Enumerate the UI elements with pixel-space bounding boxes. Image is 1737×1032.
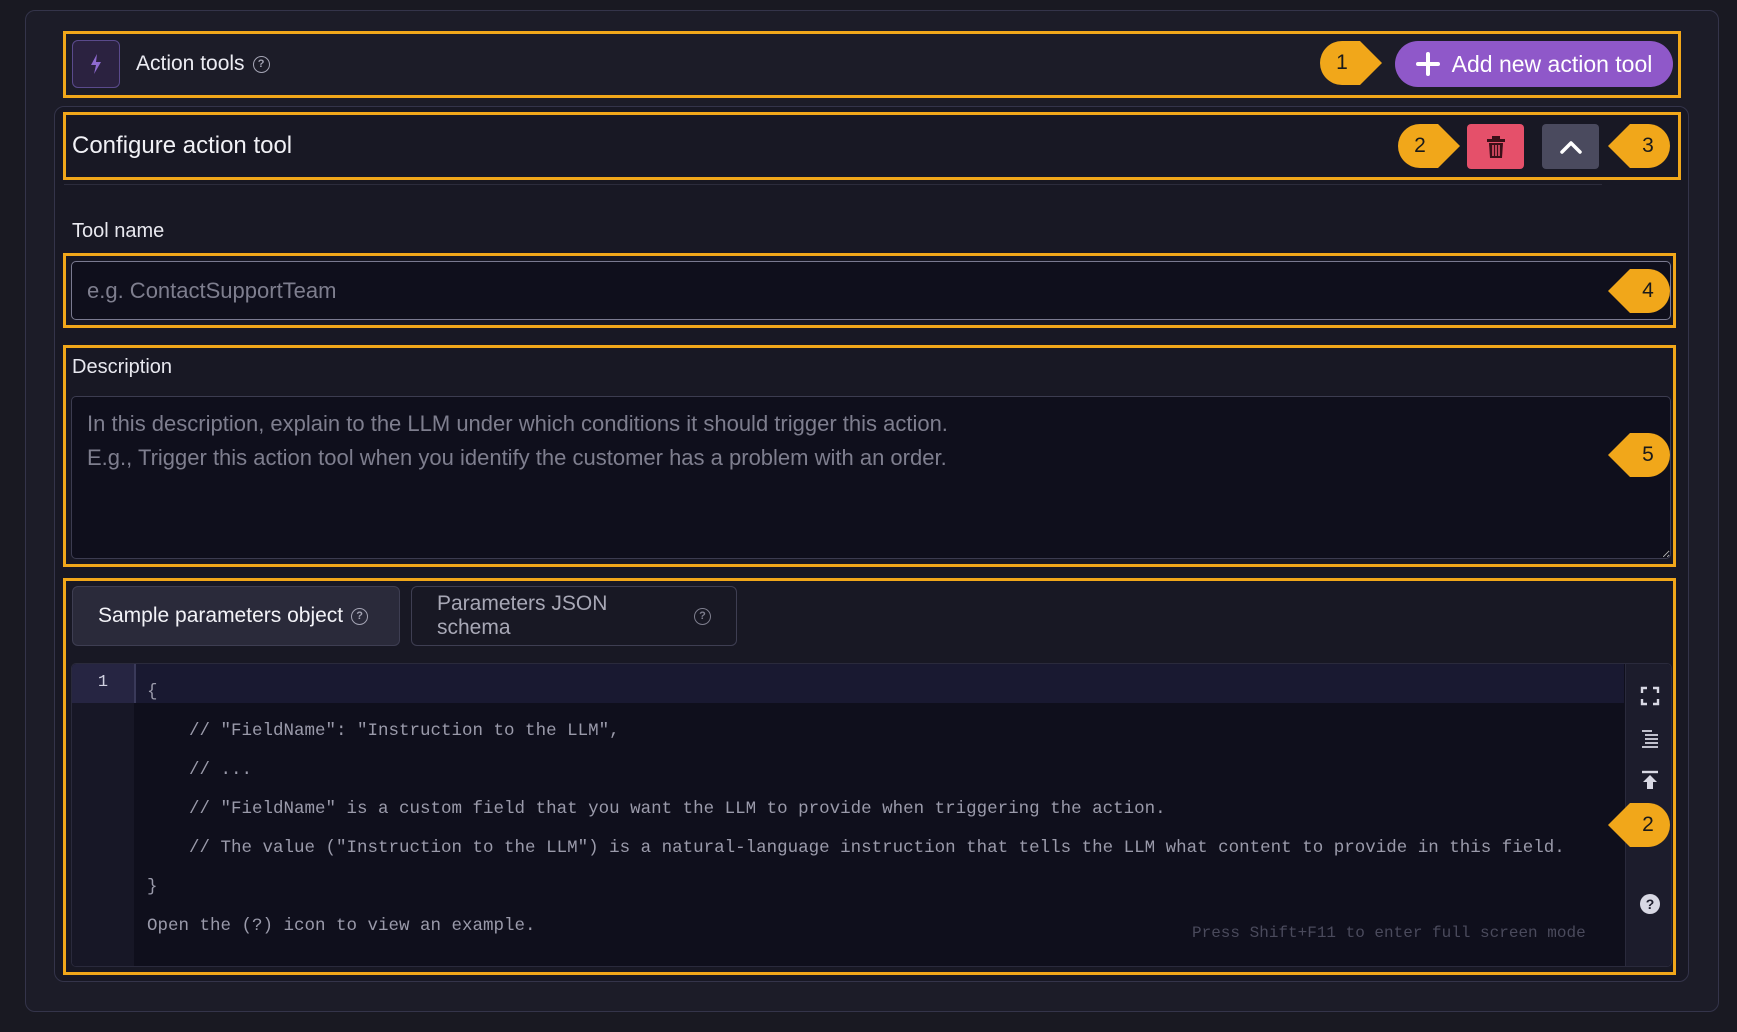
configure-title: Configure action tool	[72, 132, 293, 159]
help-icon[interactable]: ?	[1638, 892, 1662, 916]
annotation-badge: 2	[1608, 803, 1670, 847]
annotation-badge: 3	[1608, 124, 1670, 168]
badge-number: 4	[1642, 279, 1654, 302]
badge-number: 2	[1642, 813, 1654, 836]
annotation-badge: 1	[1320, 41, 1382, 85]
question-circle-icon[interactable]: ?	[351, 607, 369, 625]
format-icon[interactable]	[1638, 726, 1662, 750]
editor-code[interactable]: { // "FieldName": "Instruction to the LL…	[147, 673, 1565, 946]
tool-name-section	[63, 253, 1676, 328]
editor-gutter	[72, 664, 134, 966]
collapse-button[interactable]	[1542, 124, 1599, 169]
annotation-badge: 2	[1398, 124, 1460, 168]
trash-icon	[1486, 135, 1505, 158]
description-label: Description	[72, 356, 173, 378]
plus-icon	[1415, 52, 1440, 76]
fullscreen-icon[interactable]	[1638, 684, 1662, 708]
add-button-label: Add new action tool	[1451, 50, 1653, 77]
tab-label: Sample parameters object	[98, 604, 344, 627]
svg-text:?: ?	[1646, 896, 1655, 912]
description-textarea[interactable]	[71, 396, 1671, 559]
action-tools-header: Action tools ? Add new action tool	[63, 31, 1681, 98]
action-tools-title: Action tools	[136, 52, 245, 75]
divider	[64, 184, 1602, 185]
badge-number: 1	[1336, 51, 1348, 74]
chevron-up-icon	[1559, 140, 1582, 154]
line-number: 1	[97, 673, 109, 692]
tab-sample-parameters[interactable]: Sample parameters object ?	[72, 586, 400, 646]
lightning-bolt-icon	[72, 40, 120, 88]
badge-number: 5	[1642, 443, 1654, 466]
action-tools-title-wrap: Action tools ?	[136, 52, 270, 76]
add-new-action-tool-button[interactable]: Add new action tool	[1395, 41, 1673, 87]
tool-name-label: Tool name	[72, 220, 165, 242]
badge-number: 2	[1414, 134, 1426, 157]
question-circle-icon[interactable]: ?	[252, 55, 270, 73]
tab-label: Parameters JSON schema	[437, 592, 608, 639]
collapse-top-icon[interactable]	[1638, 768, 1662, 792]
parameters-section: Sample parameters object ? Parameters JS…	[63, 578, 1676, 975]
annotation-badge: 5	[1608, 433, 1670, 477]
question-circle-icon[interactable]: ?	[694, 607, 711, 625]
fullscreen-hint: Press Shift+F11 to enter full screen mod…	[1192, 924, 1586, 942]
delete-button[interactable]	[1467, 124, 1524, 169]
tool-name-input[interactable]	[71, 261, 1671, 320]
tab-json-schema[interactable]: Parameters JSON schema ?	[411, 586, 737, 646]
description-section: Description	[63, 345, 1676, 567]
annotation-badge: 4	[1608, 269, 1670, 313]
code-editor[interactable]: 1 { // "FieldName": "Instruction to the …	[71, 663, 1672, 967]
badge-number: 3	[1642, 134, 1654, 157]
